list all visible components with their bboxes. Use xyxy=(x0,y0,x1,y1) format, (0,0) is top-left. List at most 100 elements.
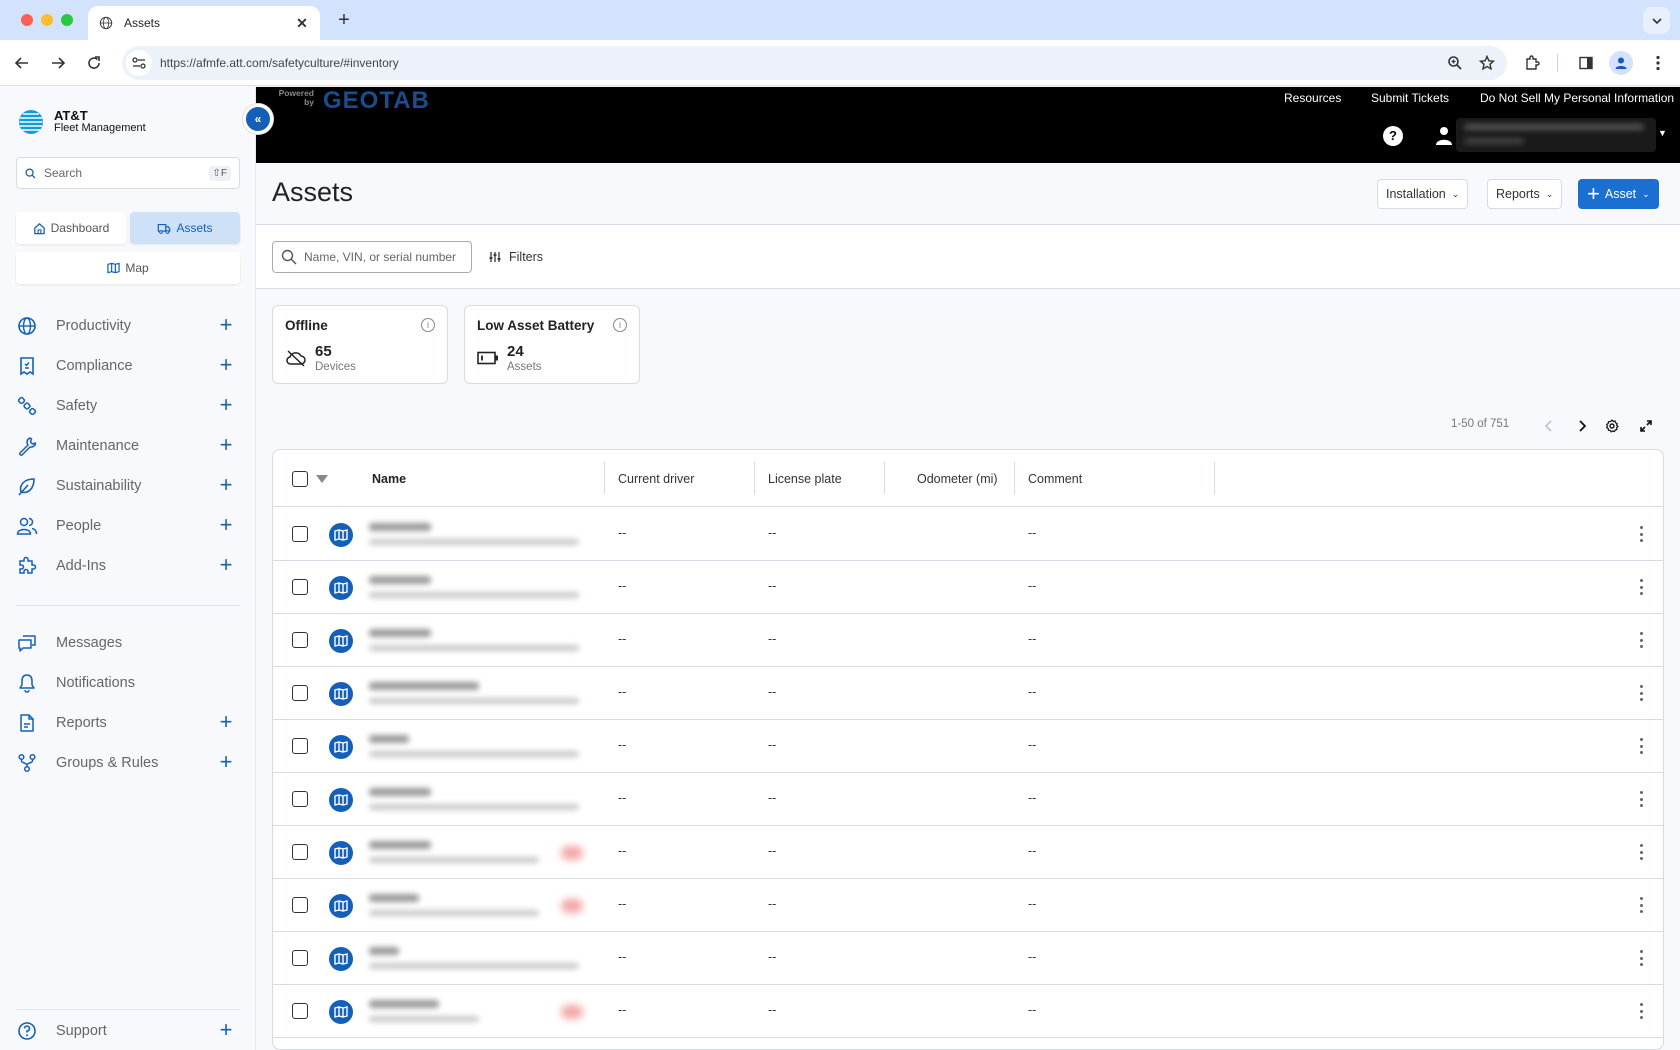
quick-link-assets[interactable]: Assets xyxy=(130,212,240,244)
row-checkbox[interactable] xyxy=(292,1003,308,1019)
expand-plus-icon[interactable]: + xyxy=(216,434,236,456)
reports-button[interactable]: Reports ⌄ xyxy=(1487,179,1563,209)
expand-plus-icon[interactable]: + xyxy=(216,711,236,733)
sidebar-item-support[interactable]: Support + xyxy=(0,1011,256,1050)
info-icon[interactable]: i xyxy=(613,318,627,332)
asset-name-redacted[interactable] xyxy=(365,519,585,551)
forward-button[interactable] xyxy=(46,51,70,75)
side-panel-button[interactable] xyxy=(1574,51,1598,75)
sidebar-item-maintenance[interactable]: Maintenance + xyxy=(0,426,256,466)
user-account-menu[interactable] xyxy=(1456,118,1656,152)
map-icon[interactable] xyxy=(329,682,353,706)
caret-down-icon[interactable]: ▼ xyxy=(1658,128,1667,138)
row-checkbox[interactable] xyxy=(292,526,308,542)
map-icon[interactable] xyxy=(329,523,353,547)
column-header-license-plate[interactable]: License plate xyxy=(768,450,842,507)
filters-button[interactable]: Filters xyxy=(489,241,543,273)
fullscreen-button[interactable] xyxy=(1636,416,1656,436)
tab-search-button[interactable] xyxy=(1643,7,1670,34)
row-menu-kebab-icon[interactable] xyxy=(1639,738,1643,754)
offline-card[interactable]: Offline i 65 Devices xyxy=(272,305,448,384)
table-row[interactable]: -- -- -- xyxy=(273,667,1663,720)
column-header-odometer[interactable]: Odometer (mi) xyxy=(917,450,998,507)
row-checkbox[interactable] xyxy=(292,844,308,860)
table-row[interactable]: -- -- -- xyxy=(273,508,1663,561)
column-divider[interactable] xyxy=(754,462,755,494)
next-page-button[interactable] xyxy=(1572,416,1592,436)
window-minimize-button[interactable] xyxy=(41,14,53,26)
collapse-sidebar-button[interactable]: « xyxy=(243,104,273,134)
zoom-icon[interactable] xyxy=(1443,51,1467,75)
column-divider[interactable] xyxy=(1014,462,1015,494)
table-settings-button[interactable] xyxy=(1602,416,1622,436)
asset-name-redacted[interactable] xyxy=(365,625,585,657)
column-divider[interactable] xyxy=(1214,462,1215,494)
back-button[interactable] xyxy=(10,51,34,75)
column-header-comment[interactable]: Comment xyxy=(1028,450,1082,507)
row-menu-kebab-icon[interactable] xyxy=(1639,844,1643,860)
table-row[interactable]: -- -- -- xyxy=(273,932,1663,985)
table-row[interactable]: -- -- -- xyxy=(273,614,1663,667)
row-menu-kebab-icon[interactable] xyxy=(1639,950,1643,966)
sidebar-item-reports[interactable]: Reports + xyxy=(0,703,256,743)
profile-button[interactable] xyxy=(1609,51,1633,75)
select-all-checkbox[interactable] xyxy=(292,450,308,507)
row-checkbox[interactable] xyxy=(292,738,308,754)
map-icon[interactable] xyxy=(329,841,353,865)
extensions-button[interactable] xyxy=(1520,51,1544,75)
sidebar-item-people[interactable]: People + xyxy=(0,506,256,546)
column-header-current-driver[interactable]: Current driver xyxy=(618,450,694,507)
expand-plus-icon[interactable]: + xyxy=(216,514,236,536)
browser-menu-button[interactable] xyxy=(1646,51,1670,75)
sidebar-item-safety[interactable]: Safety + xyxy=(0,386,256,426)
expand-plus-icon[interactable]: + xyxy=(216,554,236,576)
asset-name-redacted[interactable] xyxy=(365,996,585,1028)
sidebar-item-sustainability[interactable]: Sustainability + xyxy=(0,466,256,506)
sidebar-search-input[interactable]: Search ⇧F xyxy=(16,157,240,189)
row-menu-kebab-icon[interactable] xyxy=(1639,579,1643,595)
window-maximize-button[interactable] xyxy=(61,14,73,26)
row-menu-kebab-icon[interactable] xyxy=(1639,632,1643,648)
row-checkbox[interactable] xyxy=(292,791,308,807)
row-checkbox[interactable] xyxy=(292,632,308,648)
browser-tab-assets[interactable]: Assets ✕ xyxy=(88,6,320,40)
expand-plus-icon[interactable]: + xyxy=(216,751,236,773)
previous-page-button[interactable] xyxy=(1539,416,1559,436)
submit-tickets-link[interactable]: Submit Tickets xyxy=(1371,91,1449,105)
asset-name-redacted[interactable] xyxy=(365,890,585,922)
address-bar[interactable]: https://afmfe.att.com/safetyculture/#inv… xyxy=(122,46,1507,80)
row-checkbox[interactable] xyxy=(292,897,308,913)
table-row[interactable]: -- -- -- xyxy=(273,561,1663,614)
sidebar-item-productivity[interactable]: Productivity + xyxy=(0,306,256,346)
row-menu-kebab-icon[interactable] xyxy=(1639,526,1643,542)
map-icon[interactable] xyxy=(329,947,353,971)
user-icon[interactable] xyxy=(1435,126,1453,146)
quick-link-dashboard[interactable]: Dashboard xyxy=(16,212,126,244)
help-icon[interactable]: ? xyxy=(1383,126,1403,146)
sidebar-item-compliance[interactable]: Compliance + xyxy=(0,346,256,386)
map-icon[interactable] xyxy=(329,1000,353,1024)
row-menu-kebab-icon[interactable] xyxy=(1639,1003,1643,1019)
table-row[interactable]: -- -- -- xyxy=(273,720,1663,773)
expand-plus-icon[interactable]: + xyxy=(216,474,236,496)
expand-plus-icon[interactable]: + xyxy=(216,354,236,376)
low-asset-battery-card[interactable]: Low Asset Battery i 24 Assets xyxy=(464,305,640,384)
row-menu-kebab-icon[interactable] xyxy=(1639,685,1643,701)
window-close-button[interactable] xyxy=(21,14,33,26)
geotab-logo[interactable]: GEOTAB xyxy=(323,87,430,115)
asset-name-redacted[interactable] xyxy=(365,784,585,816)
installation-button[interactable]: Installation ⌄ xyxy=(1377,179,1469,209)
row-checkbox[interactable] xyxy=(292,950,308,966)
map-icon[interactable] xyxy=(329,629,353,653)
sidebar-item-notifications[interactable]: Notifications xyxy=(0,663,256,703)
table-row[interactable]: -- -- -- xyxy=(273,985,1663,1038)
table-row[interactable]: -- -- -- xyxy=(273,879,1663,932)
expand-plus-icon[interactable]: + xyxy=(216,1019,236,1041)
att-logo[interactable]: AT&T Fleet Management xyxy=(18,109,146,135)
column-divider[interactable] xyxy=(884,462,885,494)
do-not-sell-link[interactable]: Do Not Sell My Personal Information xyxy=(1480,91,1674,105)
map-icon[interactable] xyxy=(329,735,353,759)
map-icon[interactable] xyxy=(329,894,353,918)
sidebar-item-add-ins[interactable]: Add-Ins + xyxy=(0,546,256,586)
row-checkbox[interactable] xyxy=(292,685,308,701)
